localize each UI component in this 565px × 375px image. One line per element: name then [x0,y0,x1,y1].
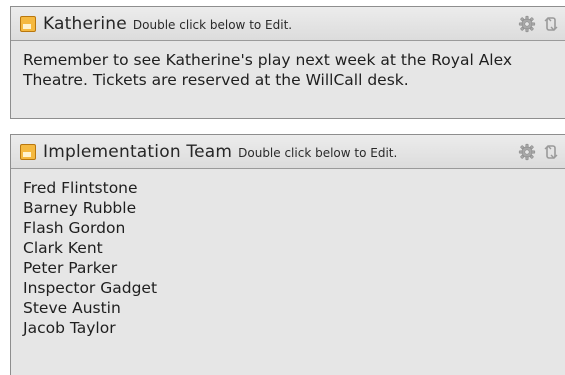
note-body[interactable]: Fred Flintstone Barney Rubble Flash Gord… [11,169,565,338]
team-member: Inspector Gadget [23,279,158,297]
team-member: Steve Austin [23,299,121,317]
note-icon [20,144,36,160]
team-member: Flash Gordon [23,219,126,237]
edit-hint: Double click below to Edit. [238,146,398,160]
gear-icon[interactable] [518,143,536,161]
team-member: Barney Rubble [23,199,137,217]
note-line: Remember to see Katherine's play next we… [23,51,513,69]
note-icon [20,16,36,32]
notes-workspace: Katherine Double click below to Edit. Re… [0,0,565,375]
team-member: Peter Parker [23,259,118,277]
note-line: Theatre. Tickets are reserved at the Wil… [23,71,409,89]
note-title: Implementation Team [43,142,233,162]
note-title-wrapper: Implementation Team Double click below to… [43,142,397,162]
note-title: Katherine [43,14,127,34]
team-member: Clark Kent [23,239,103,257]
note-header: Implementation Team Double click below to… [11,135,565,169]
gear-icon[interactable] [518,15,536,33]
note-title-wrapper: Katherine Double click below to Edit. [43,14,292,34]
team-member: Fred Flintstone [23,179,138,197]
edit-hint: Double click below to Edit. [132,18,293,32]
note-panel-implementation-team: Implementation Team Double click below to… [10,134,565,375]
note-panel-katherine: Katherine Double click below to Edit. Re… [10,6,565,119]
note-body[interactable]: Remember to see Katherine's play next we… [11,41,565,90]
team-member: Jacob Taylor [23,319,116,337]
rotate-icon[interactable] [542,15,560,33]
rotate-icon[interactable] [542,143,560,161]
note-header: Katherine Double click below to Edit. [11,7,565,41]
